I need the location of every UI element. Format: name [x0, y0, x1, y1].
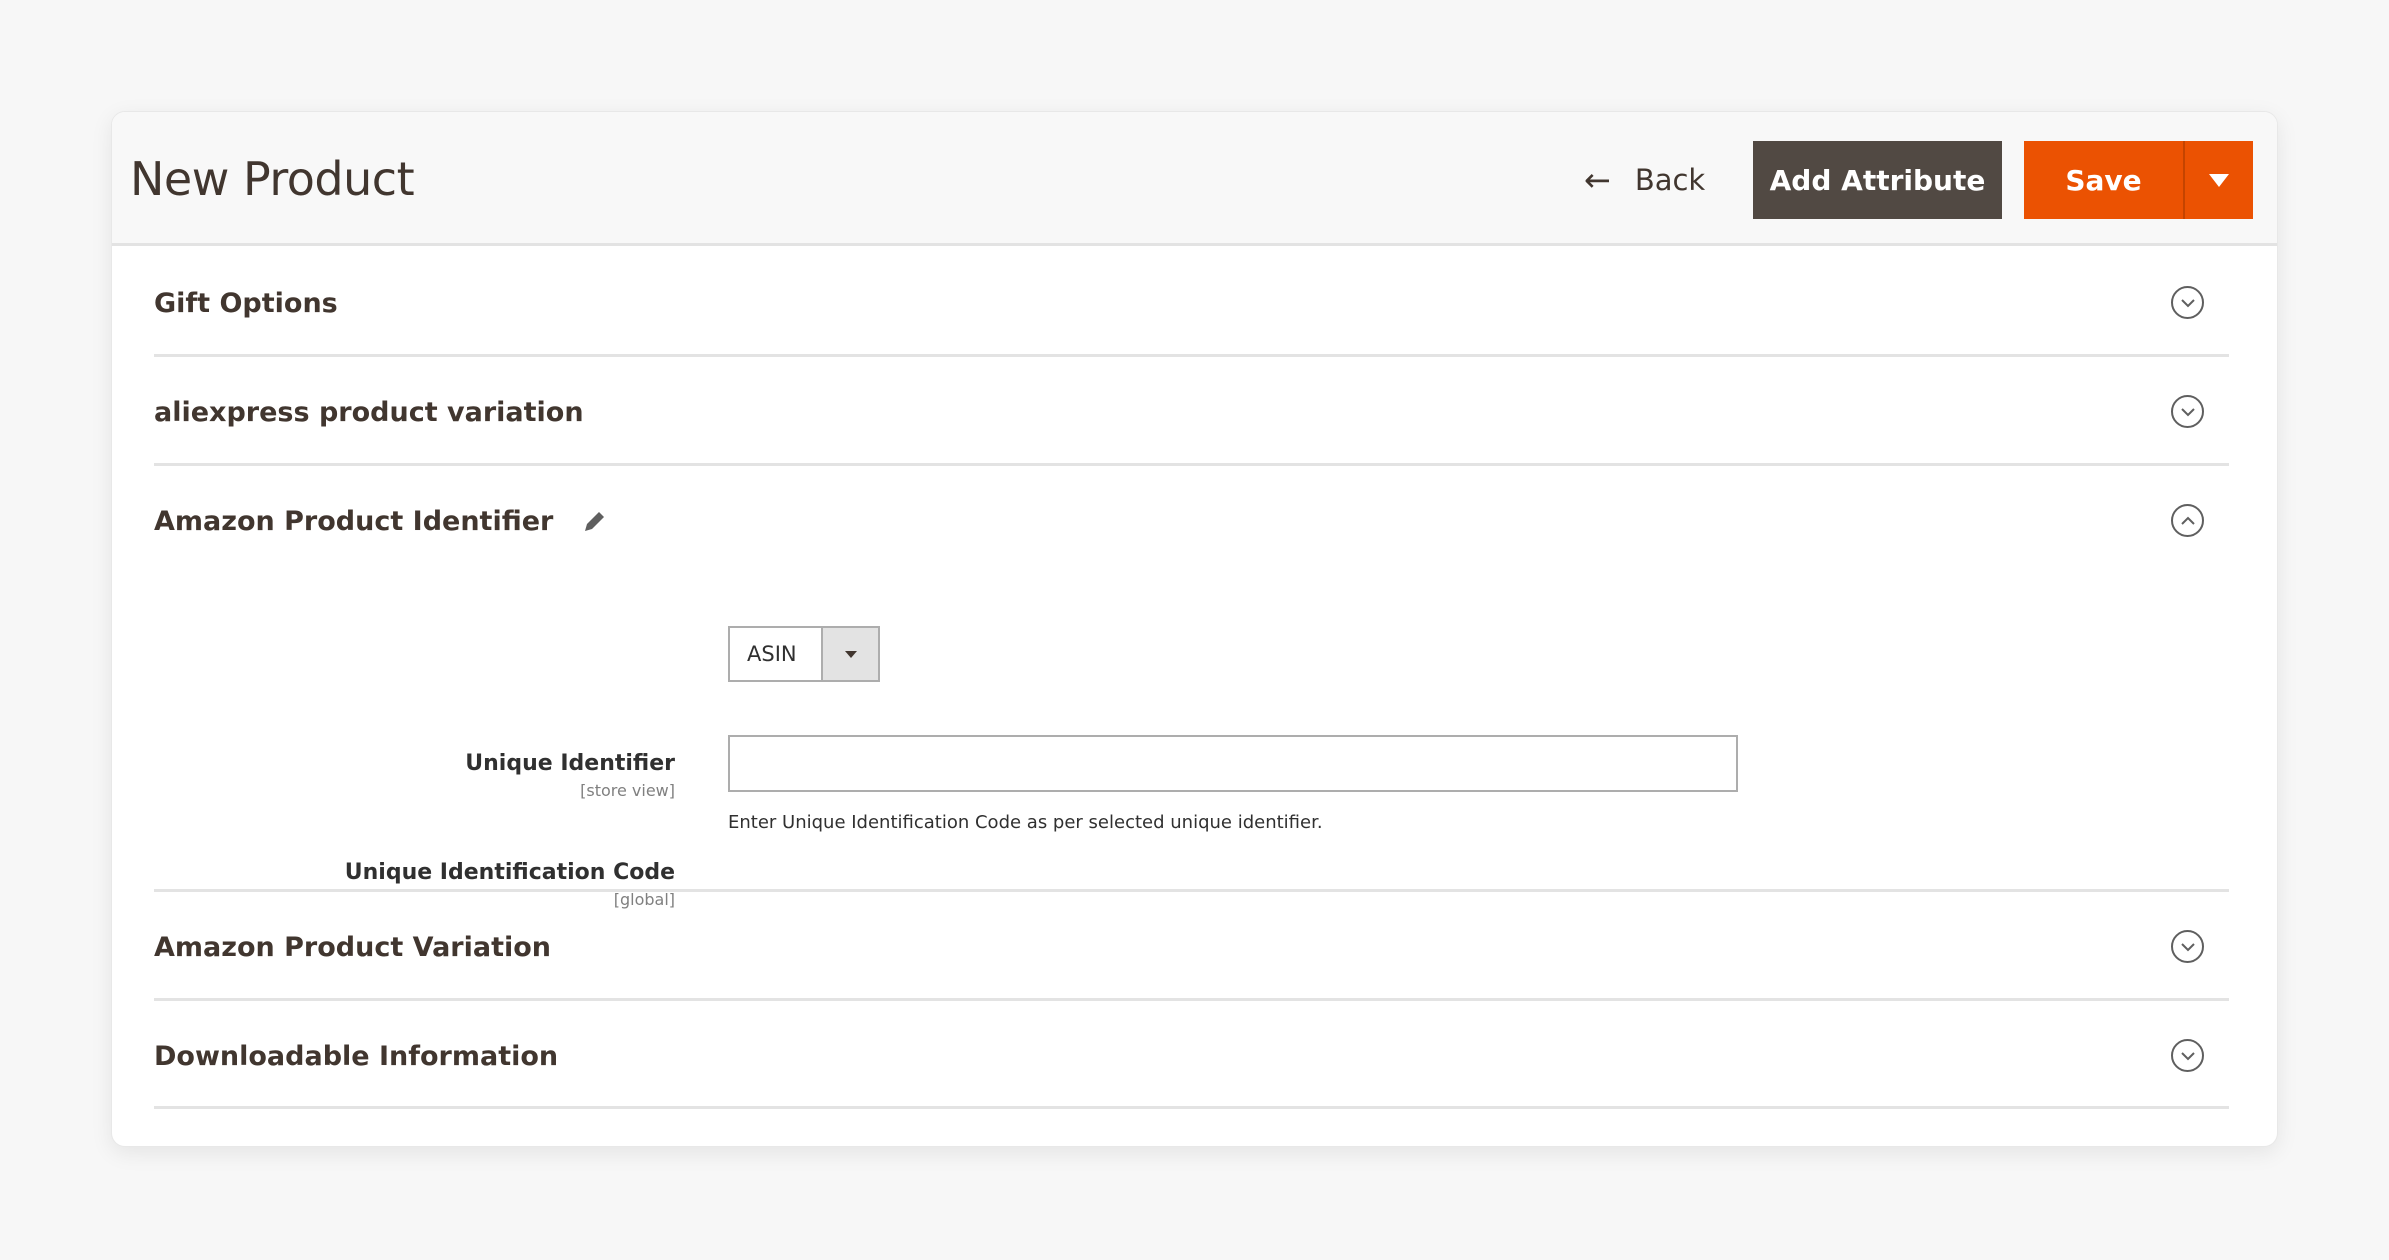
add-attribute-button[interactable]: Add Attribute — [1753, 141, 2002, 219]
save-split-button: Save — [2024, 141, 2253, 219]
save-button[interactable]: Save — [2024, 141, 2183, 219]
chevron-down-circle-icon[interactable] — [2171, 930, 2204, 963]
section-title-amazon-variation[interactable]: Amazon Product Variation — [154, 932, 551, 963]
back-button[interactable]: ← Back — [1584, 152, 1705, 208]
section-amazon-product-identifier: Amazon Product Identifier Unique Identif… — [154, 466, 2229, 909]
unique-identification-code-label: Unique Identification Code — [344, 860, 675, 885]
chevron-down-circle-icon[interactable] — [2171, 286, 2204, 319]
unique-identification-code-note: Enter Unique Identification Code as per … — [728, 812, 1323, 833]
section-title-text: Downloadable Information — [154, 1041, 559, 1072]
field-labels: Unique Identifier [store view] Unique Id… — [154, 112, 675, 909]
chevron-down-circle-icon[interactable] — [2171, 1039, 2204, 1072]
unique-identifier-label: Unique Identifier — [465, 751, 675, 776]
section-title-downloadable[interactable]: Downloadable Information — [154, 1041, 558, 1072]
section-title-text: Amazon Product Variation — [154, 932, 552, 963]
unique-identification-code-input[interactable] — [728, 735, 1738, 792]
chevron-down-circle-icon[interactable] — [2171, 395, 2204, 428]
section-amazon-product-variation: Amazon Product Variation — [154, 892, 2229, 1001]
caret-down-icon — [844, 650, 857, 658]
arrow-left-icon: ← — [1584, 161, 1611, 199]
save-options-toggle[interactable] — [2185, 141, 2253, 219]
chevron-up-circle-icon[interactable] — [2171, 504, 2204, 537]
select-arrow[interactable] — [823, 628, 878, 680]
product-form-card: New Product ← Back Add Attribute Save Gi… — [111, 111, 2278, 1147]
select-value: ASIN — [730, 628, 823, 680]
unique-identifier-scope: [store view] — [580, 781, 675, 800]
unique-identifier-select[interactable]: ASIN — [728, 626, 880, 682]
caret-down-icon — [2209, 173, 2229, 187]
section-downloadable-information: Downloadable Information — [154, 1001, 2229, 1109]
back-label: Back — [1634, 163, 1706, 197]
